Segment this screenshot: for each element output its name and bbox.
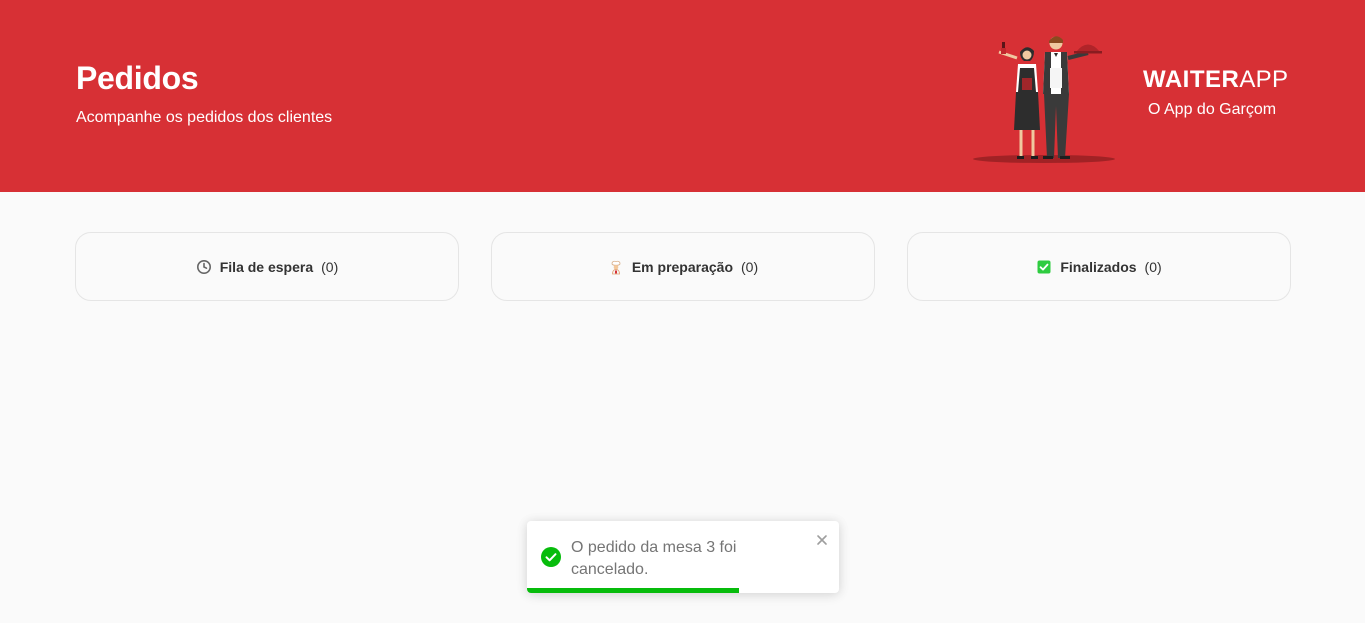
toast-progress-bar (527, 588, 740, 593)
page-subtitle: Acompanhe os pedidos dos clientes (76, 109, 333, 126)
board-waiting-queue[interactable]: Fila de espera (0) (75, 232, 459, 301)
toast-message: O pedido da mesa 3 foi cancelado. (571, 539, 737, 578)
page-title: Pedidos (76, 60, 199, 96)
waiter-figure (1043, 36, 1102, 159)
page-header: Pedidos Acompanhe os pedidos dos cliente… (0, 0, 1365, 192)
board-in-preparation[interactable]: Em preparação (0) (491, 232, 875, 301)
board-finished-title: Finalizados (1060, 258, 1137, 275)
cook-icon (608, 259, 624, 275)
board-waiting-queue-title: Fila de espera (219, 258, 314, 275)
board-finished[interactable]: Finalizados (0) (907, 232, 1291, 301)
waitress-figure (998, 42, 1040, 159)
logo-wordmark-light: APP (1239, 66, 1289, 93)
board-in-preparation-count: (0) (741, 258, 759, 275)
logo-tagline: O App do Garçom (1148, 101, 1277, 118)
logo-wordmark-bold: WAITER (1143, 66, 1240, 93)
close-icon[interactable] (813, 531, 831, 549)
toast-notification[interactable]: O pedido da mesa 3 foi cancelado. (527, 521, 839, 593)
clock-icon (196, 259, 212, 275)
waiterapp-logo: WAITERAPP (1143, 66, 1289, 93)
board-waiting-queue-count: (0) (321, 258, 339, 275)
check-circle-icon (541, 547, 561, 567)
board-finished-count: (0) (1144, 258, 1162, 275)
board-in-preparation-title: Em preparação (631, 258, 734, 275)
checkbox-checked-icon (1036, 259, 1052, 275)
waiters-illustration (973, 36, 1115, 163)
